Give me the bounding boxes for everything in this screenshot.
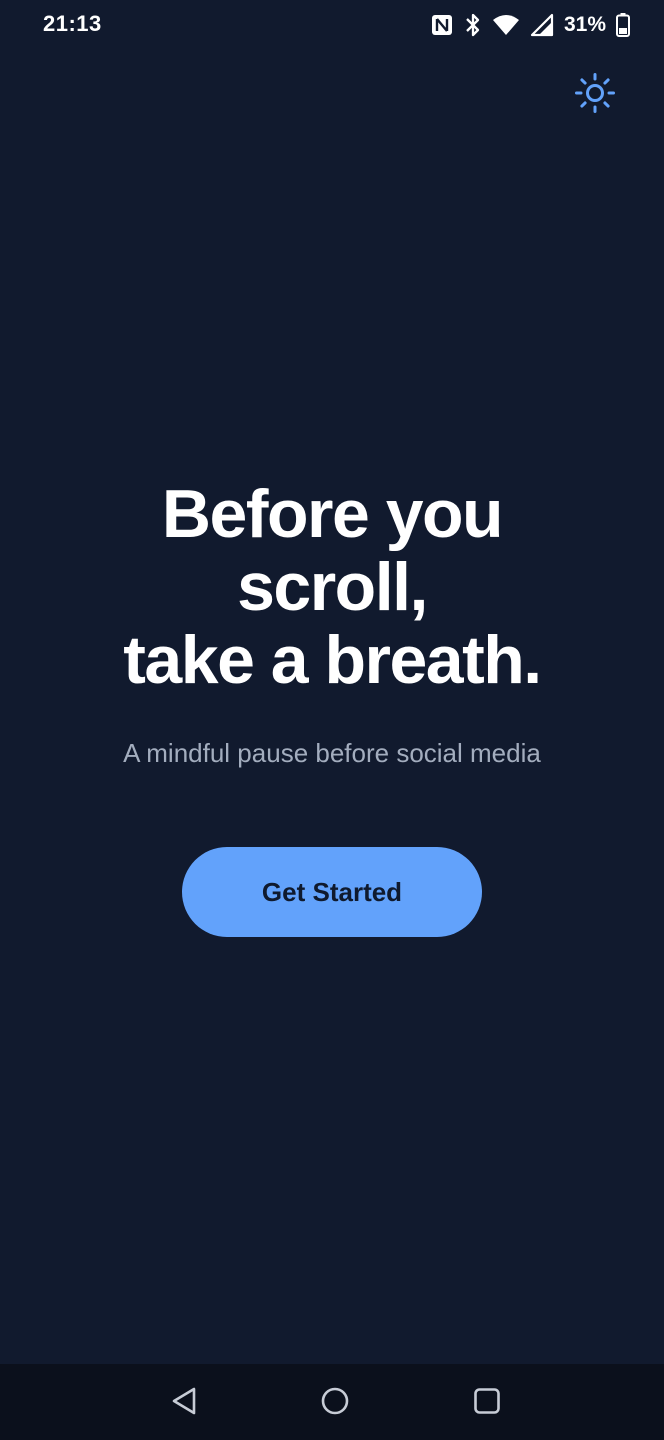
bluetooth-icon <box>464 12 482 38</box>
battery-percent: 31% <box>563 13 606 36</box>
hero-title: Before you scroll, take a breath. <box>0 478 664 697</box>
system-nav-bar <box>0 1364 664 1440</box>
wifi-icon <box>492 14 520 36</box>
hero-title-line: take a breath. <box>123 622 542 698</box>
status-icons: 31% <box>430 10 630 40</box>
hero-title-line: scroll, <box>237 549 428 625</box>
recents-icon <box>472 1386 502 1421</box>
home-button[interactable] <box>310 1378 360 1428</box>
back-icon <box>170 1386 200 1421</box>
nfc-icon <box>430 13 454 37</box>
hero-subtitle: A mindful pause before social media <box>123 738 541 768</box>
status-time: 21:13 <box>43 11 102 36</box>
battery-icon <box>616 13 630 37</box>
hero-title-line: Before you <box>161 476 504 552</box>
back-button[interactable] <box>160 1378 210 1428</box>
theme-toggle-button[interactable] <box>573 72 617 119</box>
recents-button[interactable] <box>462 1378 512 1428</box>
status-bar: 21:13 31% <box>0 0 664 50</box>
home-icon <box>320 1386 350 1421</box>
welcome-screen: 21:13 31% Before you scroll, take a brea… <box>0 0 664 1440</box>
get-started-button[interactable]: Get Started <box>182 847 482 937</box>
cellular-signal-icon <box>530 13 554 37</box>
sun-icon <box>574 72 616 119</box>
